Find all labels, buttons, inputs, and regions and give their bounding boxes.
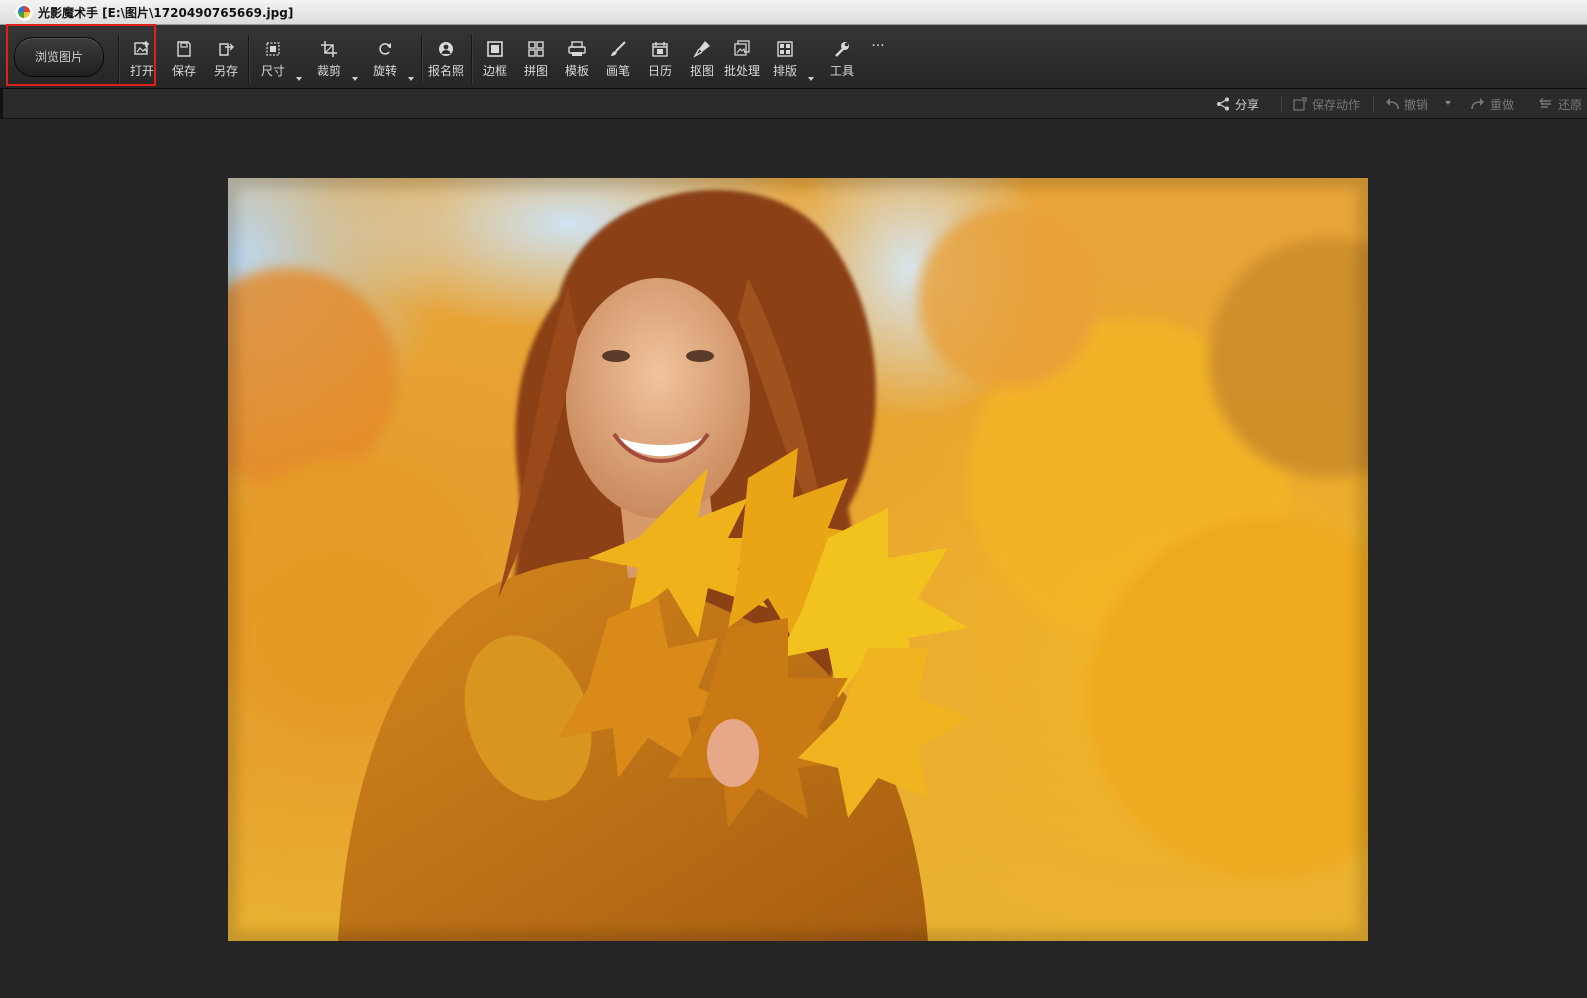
window-title: 光影魔术手 [E:\图片\1720490765669.jpg] <box>38 5 294 20</box>
rotate-label: 旋转 <box>372 64 397 78</box>
calendar-label: 日历 <box>647 64 672 78</box>
resize-label: 尺寸 <box>260 64 285 78</box>
save-as-label: 另存 <box>213 64 238 78</box>
photo-preview <box>228 178 1368 941</box>
undo-button[interactable]: 撤销 <box>1385 89 1428 119</box>
undo-dropdown-arrow[interactable] <box>1445 101 1451 105</box>
id-photo-button[interactable]: 报名照 <box>427 39 465 83</box>
redo-label: 重做 <box>1490 97 1515 112</box>
save-button[interactable]: 保存 <box>170 39 198 83</box>
rotate-icon <box>376 39 394 59</box>
layout-icon <box>776 39 794 59</box>
save-as-button[interactable]: 另存 <box>212 39 240 83</box>
calendar-button[interactable]: 日历 <box>646 39 674 83</box>
template-button[interactable]: 模板 <box>563 39 591 83</box>
id-photo-label: 报名照 <box>427 64 464 78</box>
id-photo-icon <box>437 39 455 59</box>
restore-label: 还原 <box>1558 97 1583 112</box>
crop-dropdown-arrow[interactable] <box>352 77 358 81</box>
template-label: 模板 <box>564 64 589 78</box>
resize-button[interactable]: 尺寸 <box>259 39 287 83</box>
layout-label: 排版 <box>772 64 797 78</box>
open-image-icon <box>133 39 151 59</box>
batch-icon <box>733 39 751 59</box>
restore-icon <box>1539 97 1553 111</box>
undo-label: 撤销 <box>1404 97 1429 112</box>
main-toolbar: 浏览图片 打开 保存 另存 尺寸 裁剪 旋转 报名照 边框 拼图 模板 画笔 日… <box>0 25 1587 98</box>
tools-button[interactable]: 工具 <box>828 39 856 83</box>
collage-icon <box>527 39 545 59</box>
brush-label: 画笔 <box>605 64 630 78</box>
cutout-icon <box>693 39 711 59</box>
batch-label: 批处理 <box>723 64 760 78</box>
restore-button[interactable]: 还原 <box>1539 89 1582 119</box>
border-button[interactable]: 边框 <box>481 39 509 83</box>
more-button[interactable]: ··· <box>866 39 890 83</box>
toolbar-separator <box>248 35 249 83</box>
wrench-icon <box>833 39 851 59</box>
open-label: 打开 <box>129 64 154 78</box>
tools-label: 工具 <box>829 64 854 78</box>
image-canvas[interactable] <box>0 120 1587 998</box>
redo-button[interactable]: 重做 <box>1471 89 1514 119</box>
redo-icon <box>1471 97 1485 111</box>
collage-button[interactable]: 拼图 <box>522 39 550 83</box>
crop-icon <box>320 39 338 59</box>
crop-button[interactable]: 裁剪 <box>315 39 343 83</box>
batch-button[interactable]: 批处理 <box>723 39 761 83</box>
rotate-button[interactable]: 旋转 <box>371 39 399 83</box>
layout-button[interactable]: 排版 <box>771 39 799 83</box>
more-icon: ··· <box>871 38 885 54</box>
browse-images-button[interactable]: 浏览图片 <box>14 37 104 77</box>
resize-icon <box>264 39 282 59</box>
toolbar-separator <box>471 35 472 83</box>
crop-label: 裁剪 <box>316 64 341 78</box>
title-bar: 光影魔术手 [E:\图片\1720490765669.jpg] <box>0 0 1587 25</box>
portrait-photo-illustration <box>228 178 1368 941</box>
action-separator <box>1281 96 1282 112</box>
action-separator <box>1373 96 1374 112</box>
action-bar: 分享 保存动作 撤销 重做 还原 <box>0 89 1587 119</box>
layout-dropdown-arrow[interactable] <box>808 77 814 81</box>
cutout-label: 抠图 <box>689 64 714 78</box>
border-label: 边框 <box>482 64 507 78</box>
brush-button[interactable]: 画笔 <box>604 39 632 83</box>
app-logo-icon <box>15 3 33 21</box>
save-action-label: 保存动作 <box>1312 97 1361 112</box>
share-button[interactable]: 分享 <box>1216 89 1259 119</box>
collage-label: 拼图 <box>523 64 548 78</box>
save-action-button[interactable]: 保存动作 <box>1293 89 1360 119</box>
calendar-icon <box>651 39 669 59</box>
toolbar-separator <box>118 35 119 83</box>
save-icon <box>175 39 193 59</box>
share-icon <box>1216 97 1230 111</box>
open-button[interactable]: 打开 <box>128 39 156 83</box>
brush-icon <box>609 39 627 59</box>
border-icon <box>486 39 504 59</box>
toolbar-separator <box>421 35 422 83</box>
rotate-dropdown-arrow[interactable] <box>408 77 414 81</box>
cutout-button[interactable]: 抠图 <box>688 39 716 83</box>
resize-dropdown-arrow[interactable] <box>296 77 302 81</box>
save-as-icon <box>217 39 235 59</box>
template-icon <box>568 39 586 59</box>
share-label: 分享 <box>1235 97 1260 112</box>
undo-icon <box>1385 97 1399 111</box>
save-label: 保存 <box>171 64 196 78</box>
save-action-icon <box>1293 97 1307 111</box>
